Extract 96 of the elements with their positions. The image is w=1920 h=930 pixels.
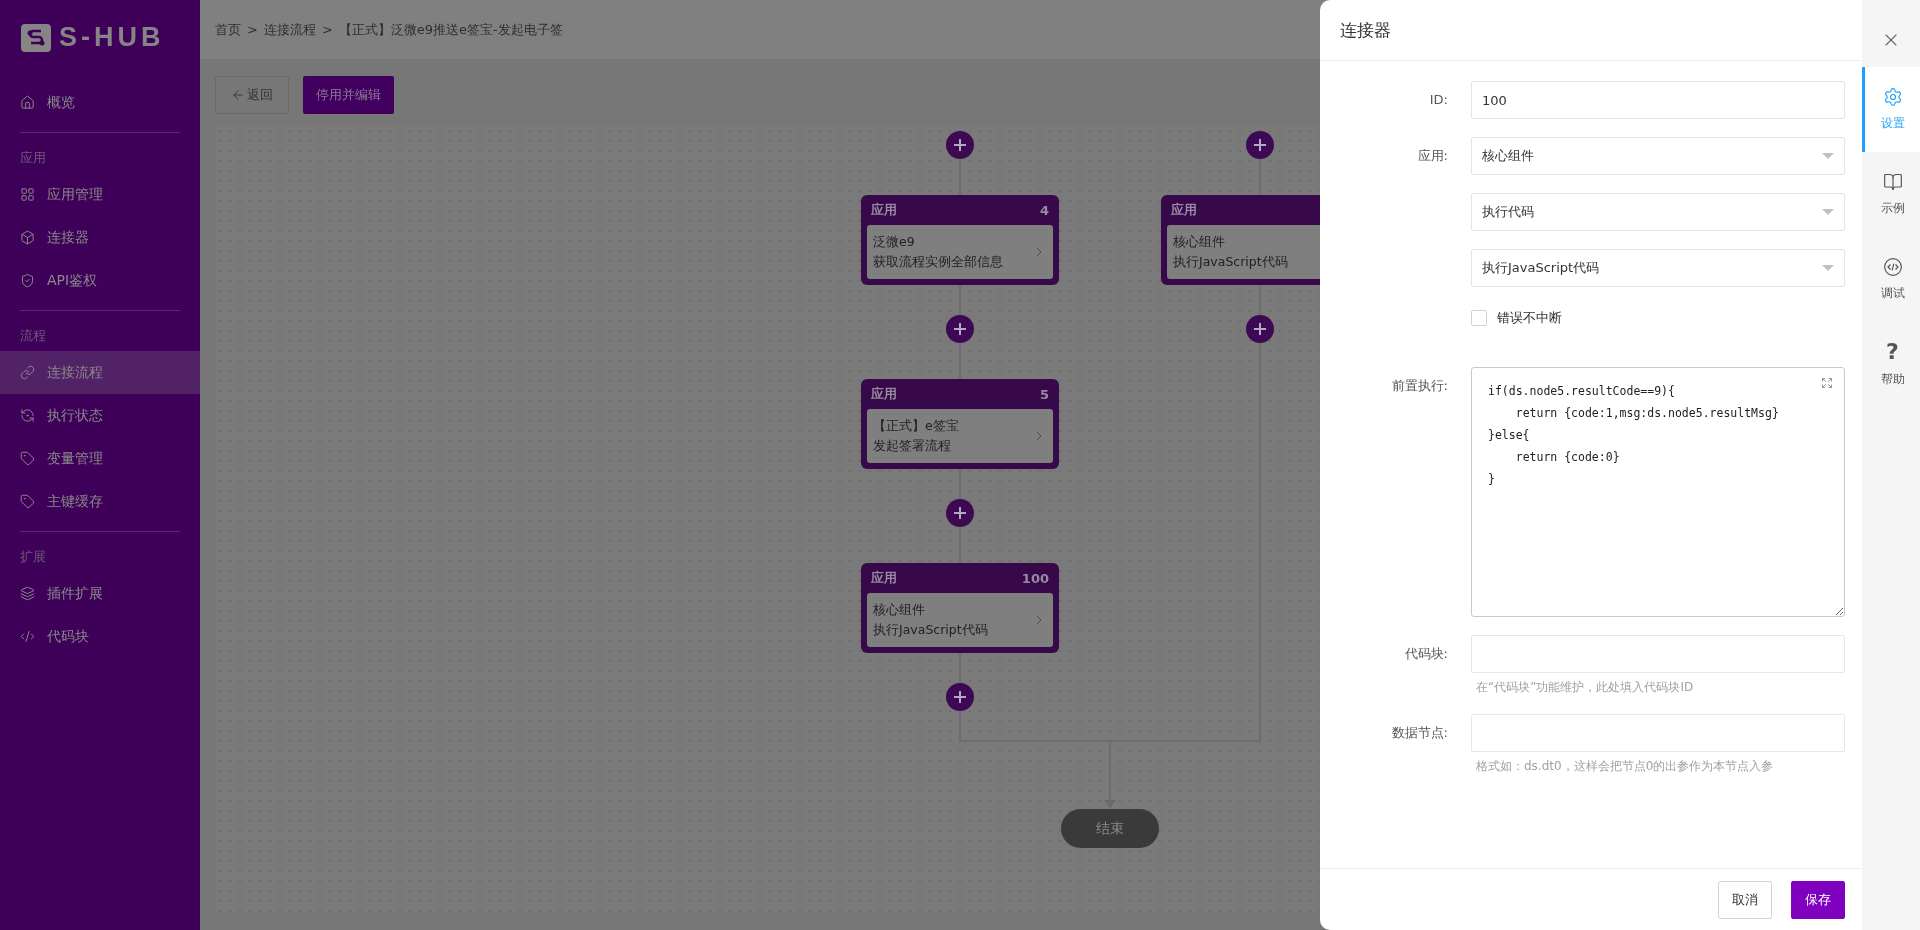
field-label: 数据节点:: [1390, 724, 1448, 742]
field-label: ID:: [1428, 91, 1448, 109]
section-title: 应用: [19, 149, 47, 167]
sidebar-item[interactable]: 代码块: [0, 615, 200, 658]
tag-icon: [20, 451, 35, 466]
plus-icon: [1253, 322, 1267, 336]
end-node: 结束: [1061, 809, 1159, 848]
plus-icon: [953, 138, 967, 152]
input-field[interactable]: [1471, 714, 1845, 752]
expand-icon[interactable]: [1821, 377, 1833, 389]
select-field[interactable]: 核心组件: [1471, 137, 1845, 175]
tag-icon: [20, 494, 35, 509]
field-label: 代码块:: [1403, 645, 1448, 663]
plus-icon: [953, 322, 967, 336]
disable-edit-button[interactable]: 停用并编辑: [303, 76, 394, 114]
add-node-button[interactable]: [946, 315, 974, 343]
sidebar-item[interactable]: 连接流程: [0, 351, 200, 394]
select-field[interactable]: 执行代码: [1471, 193, 1845, 231]
node-text: 【正式】e签宝: [873, 417, 959, 435]
input-field[interactable]: [1471, 635, 1845, 673]
back-button[interactable]: 返回: [215, 76, 289, 114]
cube-icon: [20, 230, 35, 245]
sidebar-item[interactable]: API鉴权: [0, 259, 200, 302]
caret-icon: [1822, 153, 1834, 159]
sidebar-item[interactable]: 变量管理: [0, 437, 200, 480]
node-title: 应用: [1171, 201, 1197, 219]
node-text: 泛微e9: [873, 233, 916, 251]
save-button[interactable]: 保存: [1791, 880, 1845, 919]
code-icon: [20, 629, 35, 644]
logo-icon: [21, 23, 51, 52]
node-text: 获取流程实例全部信息: [873, 253, 1003, 271]
add-node-button[interactable]: [946, 683, 974, 711]
add-node-button[interactable]: [946, 499, 974, 527]
field-label: 前置执行:: [1390, 377, 1448, 395]
node-title: 应用: [871, 569, 897, 587]
code-icon: [1882, 257, 1903, 277]
layers-icon: [20, 586, 35, 601]
node-text: 执行JavaScript代码: [873, 621, 988, 639]
grid-icon: [20, 187, 35, 202]
caret-icon: [1822, 265, 1834, 271]
plus-icon: [953, 506, 967, 520]
add-node-button[interactable]: [946, 131, 974, 159]
question-glyph: ?: [1886, 341, 1899, 363]
node-body[interactable]: 【正式】e签宝 发起签署流程: [867, 409, 1053, 463]
node-number: 4: [1039, 202, 1049, 218]
add-node-button[interactable]: [1246, 315, 1274, 343]
app-logo: S-HUB: [59, 22, 165, 53]
node-text: 核心组件: [1173, 233, 1226, 251]
input-field[interactable]: 100: [1471, 81, 1845, 119]
checkbox-label: 错误不中断: [1497, 309, 1562, 327]
caret-icon: [1822, 209, 1834, 215]
refresh-icon: [20, 408, 35, 423]
sidebar-item[interactable]: 插件扩展: [0, 572, 200, 615]
node-body[interactable]: 核心组件 执行JavaScript代码: [867, 593, 1053, 647]
node-title: 应用: [871, 201, 897, 219]
drawer-title: 连接器: [1340, 18, 1391, 42]
arrow-left-icon: [231, 88, 245, 102]
checkbox[interactable]: [1471, 310, 1487, 326]
shield-icon: [20, 273, 35, 288]
plus-icon: [1253, 138, 1267, 152]
side-tab[interactable]: 设置: [1862, 67, 1920, 152]
sidebar-item[interactable]: 概览: [0, 81, 200, 124]
plus-icon: [953, 690, 967, 704]
side-tab[interactable]: 调试: [1862, 237, 1920, 322]
node-text: 发起签署流程: [873, 437, 952, 455]
sidebar-item[interactable]: 主键缓存: [0, 480, 200, 523]
node-text: 执行JavaScript代码: [1173, 253, 1288, 271]
code-editor[interactable]: if(ds.node5.resultCode==9){ return {code:1,msg:ds.node5.resultMsg} }else{ return {code:0} }: [1471, 367, 1845, 617]
sidebar-item[interactable]: 连接器: [0, 216, 200, 259]
field-hint: 格式如：ds.dt0，这样会把节点0的出参作为本节点入参: [1475, 758, 1775, 775]
breadcrumb-item: 【正式】泛微e9推送e签宝-发起电子签: [338, 20, 563, 39]
add-node-button[interactable]: [1246, 131, 1274, 159]
sidebar-item[interactable]: 执行状态: [0, 394, 200, 437]
node-text: 核心组件: [873, 601, 926, 619]
node-number: 100: [1021, 570, 1049, 586]
cancel-button[interactable]: 取消: [1718, 880, 1772, 919]
link-icon: [20, 365, 35, 380]
arrow-connector: [1104, 740, 1116, 808]
book-icon: [1882, 172, 1903, 192]
sidebar-item[interactable]: 应用管理: [0, 173, 200, 216]
home-icon: [20, 95, 35, 110]
field-label: 应用:: [1416, 147, 1448, 165]
node-title: 应用: [871, 385, 897, 403]
breadcrumb-separator: >: [321, 22, 333, 37]
node-body[interactable]: 泛微e9 获取流程实例全部信息: [867, 225, 1053, 279]
node-number: 5: [1039, 386, 1049, 402]
section-title: 扩展: [19, 548, 47, 566]
section-title: 流程: [19, 327, 47, 345]
breadcrumb-item[interactable]: 连接流程: [263, 20, 316, 39]
side-tab[interactable]: 示例: [1862, 152, 1920, 237]
breadcrumb-separator: >: [247, 22, 258, 37]
select-field[interactable]: 执行JavaScript代码: [1471, 249, 1845, 287]
field-hint: 在“代码块”功能维护，此处填入代码块ID: [1475, 679, 1695, 696]
breadcrumb-item[interactable]: 首页: [215, 20, 241, 39]
gear-icon: [1882, 87, 1903, 107]
side-tab[interactable]: ? 帮助: [1862, 322, 1920, 407]
